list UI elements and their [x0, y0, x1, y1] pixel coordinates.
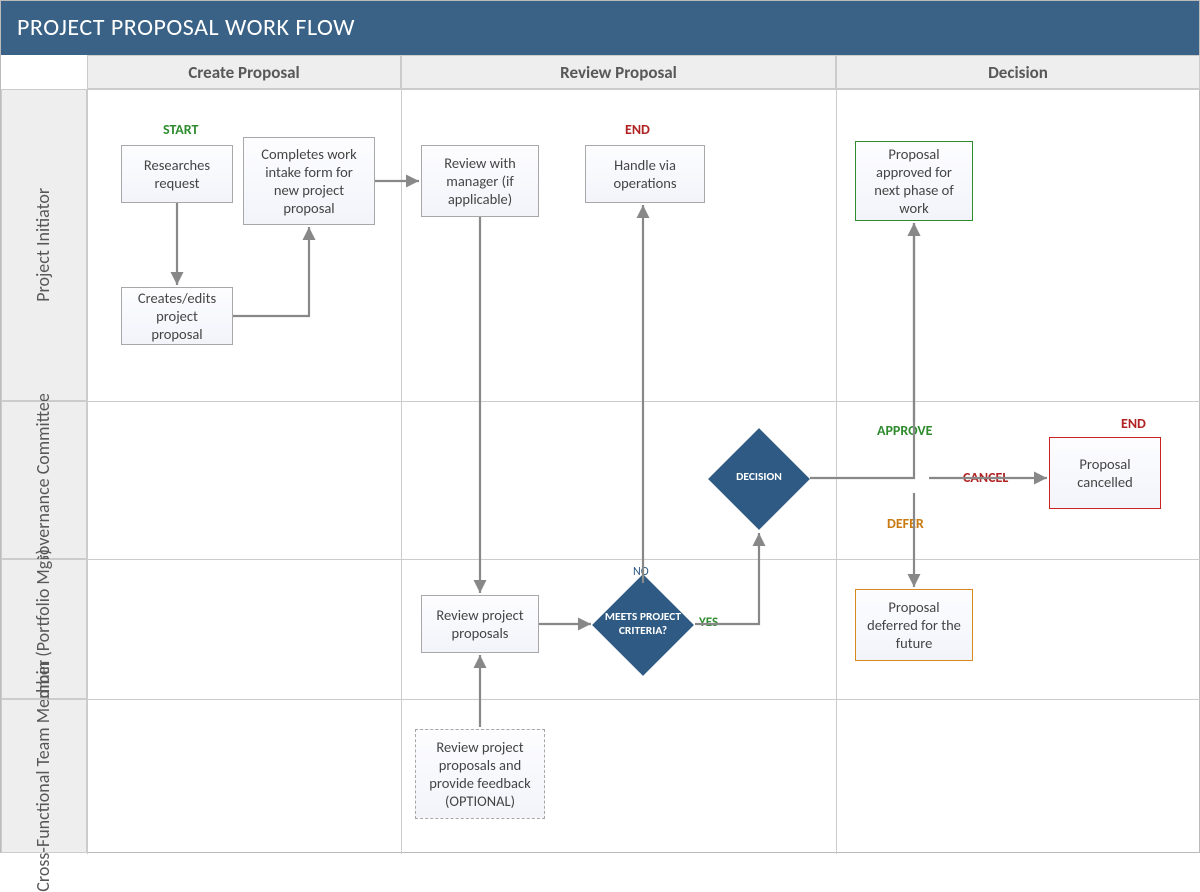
no-label: NO	[633, 565, 649, 579]
cancel-label: CANCEL	[963, 469, 1008, 486]
row-governance-committee: Governance Committee	[1, 401, 87, 559]
approve-label: APPROVE	[877, 422, 932, 439]
box-cancelled: Proposal cancelled	[1049, 437, 1161, 509]
box-deferred: Proposal deferred for the future	[855, 589, 973, 661]
box-review-manager: Review with manager (if applicable)	[421, 145, 539, 217]
row-cross-functional: Cross-Functional Team Member	[1, 699, 87, 853]
yes-label: YES	[699, 615, 718, 630]
col-decision: Decision	[836, 55, 1200, 89]
col-review-proposal: Review Proposal	[401, 55, 836, 89]
box-handle-ops: Handle via operations	[585, 145, 705, 203]
box-approved: Proposal approved for next phase of work	[855, 141, 973, 221]
end-label-top: END	[625, 121, 650, 138]
box-creates-edits: Creates/edits project proposal	[121, 287, 233, 345]
box-completes-intake: Completes work intake form for new proje…	[243, 137, 375, 225]
col-create-proposal: Create Proposal	[87, 55, 401, 89]
end-label-right: END	[1121, 415, 1146, 432]
box-review-proposals: Review project proposals	[421, 595, 539, 653]
box-researches-request: Researches request	[121, 145, 233, 203]
start-label: START	[163, 121, 198, 138]
box-review-feedback: Review project proposals and provide fee…	[415, 729, 545, 819]
row-project-initiator: Project Initiator	[1, 89, 87, 401]
diagram-title: PROJECT PROPOSAL WORK FLOW	[1, 1, 1199, 55]
swimlane-diagram: PROJECT PROPOSAL WORK FLOW Create Propos…	[0, 0, 1200, 853]
defer-label: DEFER	[887, 515, 924, 532]
